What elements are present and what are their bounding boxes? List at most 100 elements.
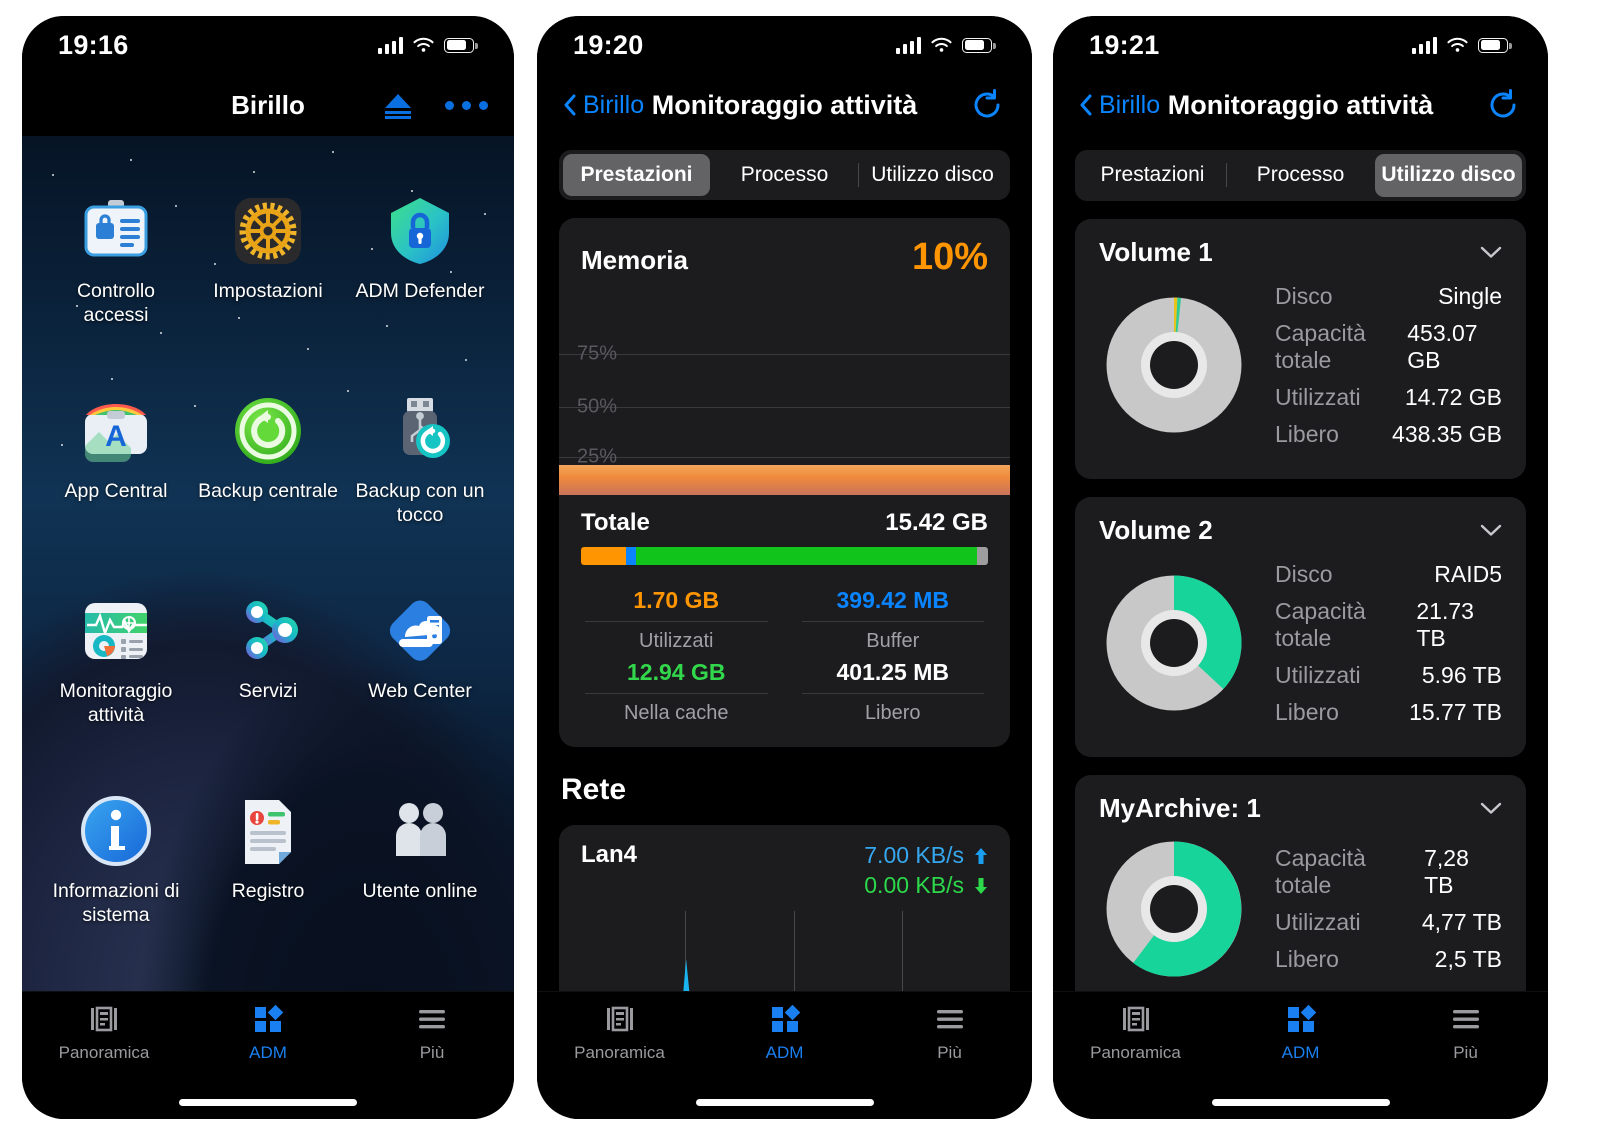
hamburger-more-icon [419, 1010, 445, 1029]
volume-name: MyArchive: 1 [1099, 792, 1261, 823]
phone-home-screen: 19:16 Birillo Controllo accessi Impostaz… [22, 16, 514, 1119]
app-label: Backup con un tocco [355, 480, 485, 526]
tab-label: Più [419, 1043, 445, 1062]
volume-usage-donut [1106, 575, 1242, 711]
detail-value: 2,5 TB [1434, 945, 1502, 972]
bottom-tab-bar: Panoramica ADM Più [1053, 991, 1548, 1085]
stat-label: Nella cache [623, 701, 729, 724]
stat-value: 399.42 MB [801, 587, 984, 622]
tab-processo[interactable]: Processo [711, 154, 858, 196]
tab-adm[interactable]: ADM [702, 1004, 867, 1063]
app-tile-impostazioni[interactable]: Impostazioni [192, 194, 344, 394]
online-users-icon [396, 803, 446, 856]
volume-details: Capacità totale 7,28 TB Utilizzati 4,77 … [1275, 840, 1502, 978]
tab-label: Più [1453, 1043, 1478, 1062]
tab-label: Panoramica [1090, 1043, 1181, 1062]
overview-icon [91, 1006, 117, 1032]
detail-row: Disco RAID5 [1275, 556, 1502, 593]
web-center-icon [389, 600, 451, 661]
detail-key: Utilizzati [1275, 383, 1361, 410]
stat-value: 401.25 MB [801, 659, 984, 694]
tab-piu[interactable]: Più [350, 1004, 514, 1063]
nav-bar: Birillo [22, 74, 514, 136]
detail-row: Utilizzati 4,77 TB [1275, 904, 1502, 941]
tab-utilizzo-disco[interactable]: Utilizzo disco [859, 154, 1006, 196]
app-tile-backup-un-tocco[interactable]: Backup con un tocco [344, 394, 496, 594]
detail-value: 15.77 TB [1409, 698, 1502, 725]
more-options-icon[interactable] [445, 100, 488, 110]
detail-key: Capacità totale [1275, 597, 1366, 651]
tab-adm[interactable]: ADM [1218, 1004, 1383, 1063]
battery-icon [962, 37, 996, 53]
tab-utilizzo-disco[interactable]: Utilizzo disco [1375, 154, 1522, 197]
app-label: Servizi [238, 680, 298, 702]
home-indicator [22, 1085, 514, 1119]
chevron-down-icon[interactable] [1480, 802, 1502, 815]
bottom-tab-bar: Panoramica ADM Più [22, 991, 514, 1085]
volume-usage-donut [1106, 841, 1242, 977]
app-tile-adm-defender[interactable]: ADM Defender [344, 194, 496, 394]
tab-label: Più [937, 1043, 962, 1062]
status-icons [1411, 36, 1512, 54]
tab-label: ADM [249, 1043, 287, 1062]
wifi-icon [1447, 37, 1468, 52]
adm-squares-icon [255, 1004, 284, 1032]
app-tile-monitoraggio-attivita[interactable]: Monitoraggio attività [40, 594, 192, 794]
back-button[interactable]: Birillo [563, 91, 644, 120]
app-tile-controllo-accessi[interactable]: Controllo accessi [40, 194, 192, 394]
nav-bar: Birillo Monitoraggio attività [537, 74, 1032, 136]
app-tile-web-center[interactable]: Web Center [344, 594, 496, 794]
refresh-icon[interactable] [968, 86, 1006, 124]
cellular-signal-icon [895, 36, 921, 54]
detail-row: Libero 15.77 TB [1275, 694, 1502, 731]
app-tile-backup-centrale[interactable]: Backup centrale [192, 394, 344, 594]
back-button[interactable]: Birillo [1079, 91, 1160, 120]
detail-value: 7,28 TB [1424, 844, 1469, 898]
detail-row: Utilizzati 5.96 TB [1275, 657, 1502, 694]
battery-icon [1478, 37, 1512, 53]
detail-key: Disco [1275, 282, 1333, 309]
system-info-icon [81, 796, 151, 866]
volume-usage-donut [1106, 297, 1242, 433]
access-control-icon [84, 200, 148, 257]
content-scroll[interactable]: Volume 1 Disco Single Capacità totale 45… [1053, 200, 1548, 991]
eject-icon[interactable] [379, 90, 417, 120]
tab-panoramica[interactable]: Panoramica [22, 1004, 186, 1063]
tab-adm[interactable]: ADM [186, 1004, 350, 1063]
log-document-icon [245, 800, 291, 864]
app-tile-registro[interactable]: Registro [192, 794, 344, 991]
app-tile-utente-online[interactable]: Utente online [344, 794, 496, 991]
detail-row: Libero 2,5 TB [1275, 941, 1502, 978]
activity-monitor-icon [85, 603, 147, 659]
app-tile-app-central[interactable]: A App Central [40, 394, 192, 594]
app-label: Utente online [362, 880, 478, 902]
refresh-icon[interactable] [1484, 86, 1522, 124]
tab-panoramica[interactable]: Panoramica [1053, 1004, 1218, 1063]
detail-value: 21.73 TB [1416, 597, 1474, 651]
phone-performance-screen: 19:20 Birillo Monitoraggio attività Pres… [537, 16, 1032, 1119]
tab-piu[interactable]: Più [867, 1004, 1032, 1063]
segmented-control: Prestazioni Processo Utilizzo disco [1075, 150, 1526, 201]
volume-name: Volume 1 [1099, 236, 1213, 267]
app-tile-informazioni-sistema[interactable]: Informazioni di sistema [40, 794, 192, 991]
content-scroll[interactable]: Memoria 10% 75% 50% 25% Totale 15.42 GB [537, 199, 1032, 991]
tab-processo[interactable]: Processo [1227, 154, 1374, 197]
tab-piu[interactable]: Più [1383, 1004, 1548, 1063]
app-tile-servizi[interactable]: Servizi [192, 594, 344, 794]
home-wallpaper: Controllo accessi Impostazioni ADM Defen… [22, 136, 514, 991]
chevron-down-icon[interactable] [1480, 246, 1502, 259]
detail-row: Capacità totale 21.73 TB [1275, 593, 1502, 657]
network-series [683, 958, 690, 991]
detail-value: 438.35 GB [1392, 420, 1502, 447]
tab-prestazioni[interactable]: Prestazioni [1079, 154, 1226, 197]
chevron-down-icon[interactable] [1480, 524, 1502, 537]
tab-panoramica[interactable]: Panoramica [537, 1004, 702, 1063]
detail-row: Disco Single [1275, 278, 1502, 315]
stat-value: 1.70 GB [585, 587, 768, 622]
total-value: 15.42 GB [885, 508, 988, 536]
memory-usage-chart: 75% 50% 25% [559, 285, 1010, 495]
app-label: ADM Defender [355, 280, 485, 302]
adm-squares-icon [1287, 1004, 1316, 1032]
arrow-down-icon [975, 877, 987, 894]
tab-prestazioni[interactable]: Prestazioni [563, 154, 710, 196]
